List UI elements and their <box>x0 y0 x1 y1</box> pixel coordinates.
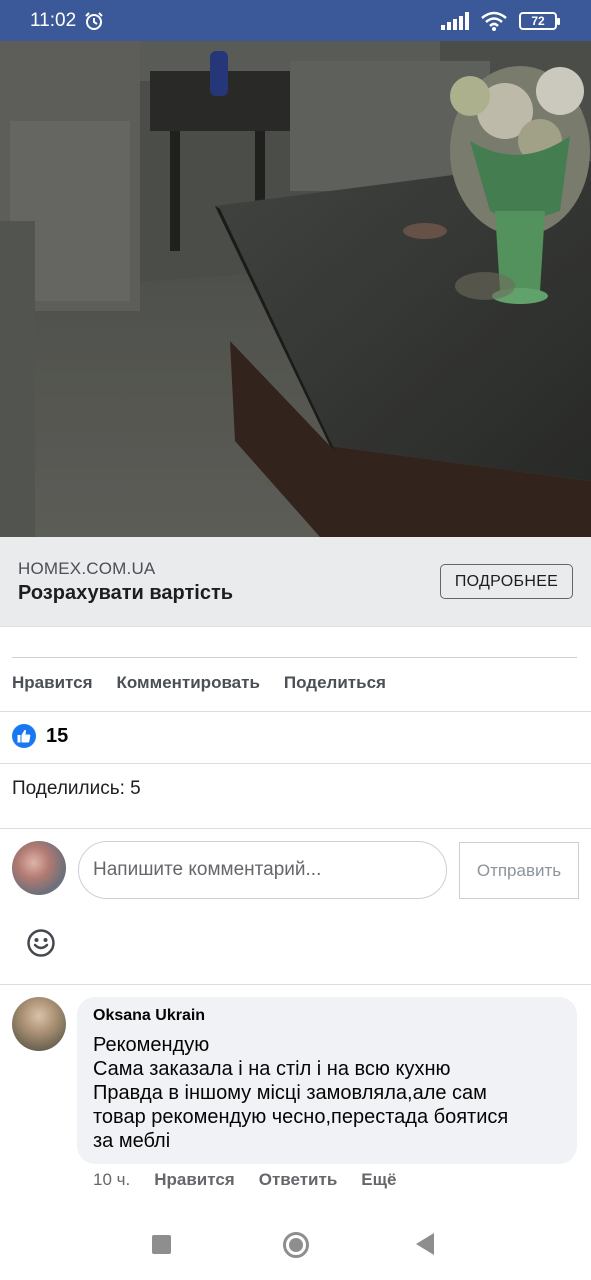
comment-text-line: Рекомендую <box>93 1034 210 1056</box>
section-divider <box>0 763 591 764</box>
comment-bubble: Oksana Ukrain Рекомендую Сама заказала і… <box>77 997 577 1164</box>
comment-input[interactable] <box>78 841 447 899</box>
link-title: Розрахувати вартість <box>18 582 234 604</box>
comment-button[interactable]: Комментировать <box>117 673 260 693</box>
link-preview[interactable]: HOMEX.COM.UA Розрахувати вартість ПОДРОБ… <box>0 537 591 627</box>
post-actions: Нравится Комментировать Поделиться <box>12 673 386 693</box>
comment-reply-button[interactable]: Ответить <box>259 1170 338 1190</box>
send-button[interactable]: Отправить <box>459 842 579 899</box>
reactions-summary[interactable]: 15 <box>12 724 68 748</box>
system-nav-bar <box>0 1210 591 1280</box>
smiley-icon[interactable] <box>26 928 56 958</box>
comment-time: 10 ч. <box>93 1170 131 1189</box>
comment-more-button[interactable]: Ещё <box>361 1170 396 1190</box>
back-icon[interactable] <box>416 1233 434 1255</box>
comment-like-button[interactable]: Нравится <box>154 1170 235 1190</box>
share-button[interactable]: Поделиться <box>284 673 386 693</box>
status-time: 11:02 <box>30 9 77 31</box>
signal-icon <box>441 11 469 30</box>
section-divider <box>0 711 591 712</box>
comment-text-line: Правда в іншому місці замовляла,але сам <box>93 1082 487 1104</box>
comment-text-line: Сама заказала і на стіл і на всю кухню <box>93 1058 451 1080</box>
comment-meta: 10 ч. Нравится Ответить Ещё <box>93 1170 396 1190</box>
comment-text-line: за меблі <box>93 1130 171 1152</box>
recent-apps-icon[interactable] <box>152 1235 171 1254</box>
section-divider <box>0 984 591 985</box>
wifi-icon <box>481 11 507 31</box>
status-left: 11:02 <box>30 10 104 32</box>
section-divider <box>0 828 591 829</box>
link-domain: HOMEX.COM.UA <box>18 559 156 578</box>
commenter-avatar[interactable] <box>12 997 66 1051</box>
comment-author[interactable]: Oksana Ukrain <box>93 1007 561 1025</box>
post-photo[interactable] <box>0 41 591 537</box>
facebook-post-screen: 11:02 72 HOMEX.COM.UA Розрахувати вартіс… <box>0 0 591 1280</box>
user-avatar <box>12 841 66 895</box>
thumbs-up-icon <box>12 724 36 748</box>
status-bar: 11:02 72 <box>0 0 591 41</box>
alarm-icon <box>85 11 103 30</box>
status-right: 72 <box>441 11 560 31</box>
more-info-button[interactable]: ПОДРОБНЕЕ <box>440 564 573 599</box>
like-button[interactable]: Нравится <box>12 673 93 693</box>
living-room-photo <box>0 41 591 537</box>
battery-icon: 72 <box>519 11 560 30</box>
home-icon[interactable] <box>283 1232 309 1258</box>
shares-count[interactable]: Поделились: 5 <box>12 778 141 800</box>
reaction-count: 15 <box>46 724 69 747</box>
battery-level: 72 <box>531 13 545 28</box>
comment-text-line: товар рекомендую чесно,перестада боятися <box>93 1106 509 1128</box>
actions-divider <box>12 657 577 658</box>
